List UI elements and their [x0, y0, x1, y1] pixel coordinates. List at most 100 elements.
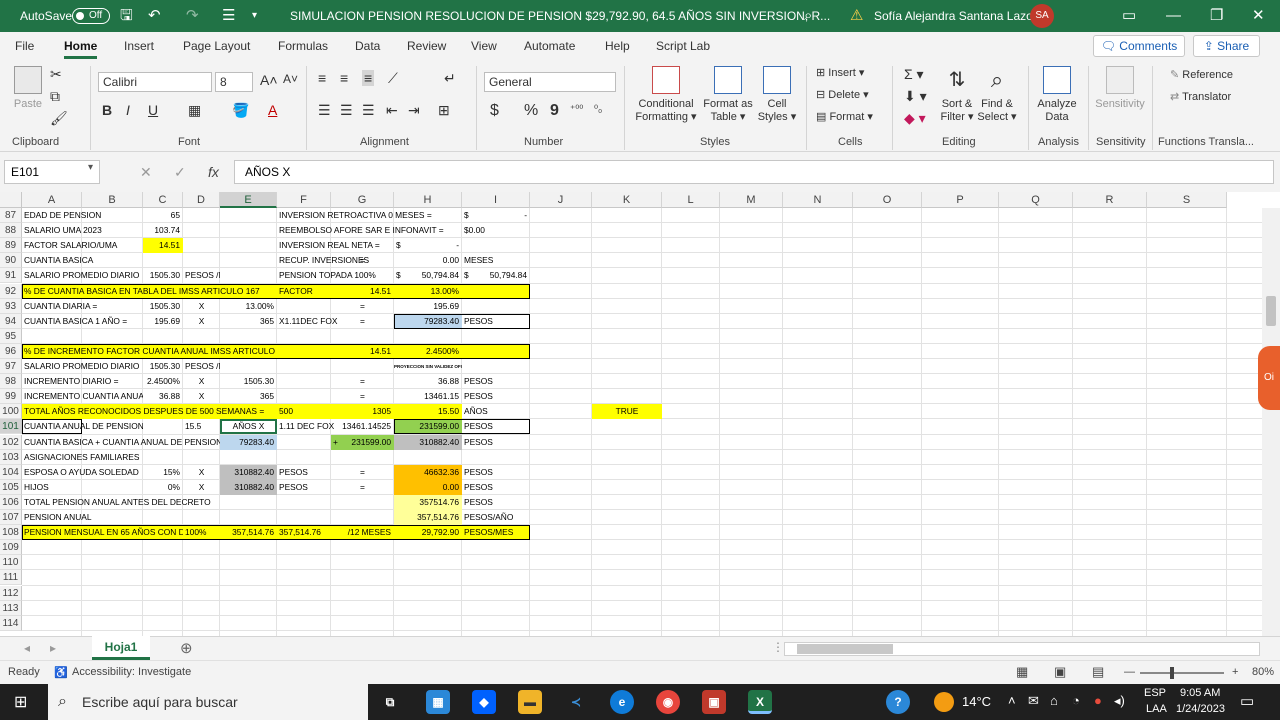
store-icon[interactable]: ▦: [426, 690, 450, 714]
app-icon[interactable]: ▣: [702, 690, 726, 714]
clear-icon[interactable]: ◆ ▾: [904, 110, 926, 127]
cell-styles-button[interactable]: Cell Styles ▾: [756, 66, 798, 124]
cell-g104[interactable]: =: [331, 465, 394, 480]
cell-c89[interactable]: 14.51: [143, 238, 183, 253]
orientation-icon[interactable]: ⟋: [388, 70, 398, 87]
column-header-e[interactable]: E: [220, 192, 277, 208]
cell-h91[interactable]: 50,794.84: [406, 268, 462, 283]
row-header-91[interactable]: 91: [0, 268, 22, 284]
cell-e98[interactable]: 1505.30: [220, 374, 277, 389]
page-break-icon[interactable]: ▤: [1092, 664, 1104, 680]
cell-i108[interactable]: PESOS/MES: [462, 525, 530, 540]
cell-a105[interactable]: HIJOS: [22, 480, 143, 495]
cell-g92[interactable]: 14.51: [331, 284, 394, 299]
align-middle-icon[interactable]: ≡: [340, 70, 348, 86]
row-header-88[interactable]: 88: [0, 223, 22, 239]
cell-c94[interactable]: 195.69: [143, 314, 183, 329]
align-top-icon[interactable]: ≡: [318, 70, 326, 86]
cell-a90[interactable]: CUANTIA BASICA: [22, 253, 143, 268]
minimize-icon[interactable]: —: [1166, 0, 1181, 32]
row-header-98[interactable]: 98: [0, 374, 22, 390]
align-center-icon[interactable]: ☰: [340, 102, 353, 119]
cell-i94[interactable]: PESOS: [462, 314, 530, 329]
fill-color-icon[interactable]: 🪣: [232, 102, 249, 119]
autosum-icon[interactable]: Σ ▾: [904, 66, 924, 83]
cell-i90[interactable]: MESES: [462, 253, 530, 268]
number-format-select[interactable]: General: [484, 72, 616, 92]
column-header-q[interactable]: Q: [999, 192, 1073, 208]
cell-g101[interactable]: 13461.14525: [331, 419, 394, 434]
fill-icon[interactable]: ⬇ ▾: [904, 88, 927, 105]
row-header-113[interactable]: 113: [0, 600, 22, 616]
row-header-114[interactable]: 114: [0, 615, 22, 631]
tab-insert[interactable]: Insert: [124, 39, 154, 53]
row-header-89[interactable]: 89: [0, 238, 22, 254]
cell-d101[interactable]: 15.5: [183, 419, 220, 434]
vertical-scroll-thumb[interactable]: [1266, 296, 1276, 326]
tab-file[interactable]: File: [15, 39, 34, 53]
chrome-icon[interactable]: ◉: [656, 690, 680, 714]
cell-c93[interactable]: 1505.30: [143, 299, 183, 314]
cell-h93[interactable]: 195.69: [394, 299, 462, 314]
tab-help[interactable]: Help: [605, 39, 630, 53]
cell-a94[interactable]: CUANTIA BASICA 1 AÑO =: [22, 314, 143, 329]
cell-i87[interactable]: $: [462, 208, 476, 223]
cell-i104[interactable]: PESOS: [462, 465, 530, 480]
cell-e99[interactable]: 365: [220, 389, 277, 404]
zoom-slider-handle[interactable]: [1170, 667, 1174, 679]
volume-icon[interactable]: ◂): [1114, 693, 1125, 709]
cell-f88[interactable]: REEMBOLSO AFORE SAR E INFONAVIT =: [277, 223, 462, 238]
column-header-c[interactable]: C: [143, 192, 183, 208]
analyze-data-button[interactable]: Analyze Data: [1034, 66, 1080, 124]
row-header-103[interactable]: 103: [0, 449, 22, 465]
row-header-100[interactable]: 100: [0, 404, 22, 420]
cell-g96[interactable]: 14.51: [331, 344, 394, 359]
increase-font-icon[interactable]: A˄: [260, 72, 278, 88]
security-icon[interactable]: ●: [1094, 693, 1102, 708]
bold-button[interactable]: B: [102, 102, 112, 118]
format-painter-icon[interactable]: 🖌: [50, 110, 68, 127]
cell-d98[interactable]: X: [183, 374, 220, 389]
cell-h108[interactable]: 29,792.90: [394, 525, 462, 540]
customize-icon[interactable]: ▾: [252, 0, 257, 32]
column-header-l[interactable]: L: [662, 192, 720, 208]
comments-button[interactable]: 🗨 Comments: [1093, 35, 1185, 57]
next-sheet-icon[interactable]: ▸: [50, 641, 56, 655]
wrap-text-icon[interactable]: ↵: [444, 70, 456, 87]
paste-button[interactable]: Paste: [10, 66, 46, 111]
row-header-107[interactable]: 107: [0, 510, 22, 525]
save-icon[interactable]: 🖫: [120, 0, 133, 32]
cell-g93[interactable]: =: [331, 299, 394, 314]
enter-icon[interactable]: ✓: [174, 164, 186, 181]
conditional-formatting-button[interactable]: Conditional Formatting ▾: [632, 66, 700, 124]
cell-e93[interactable]: 13.00%: [220, 299, 277, 314]
find-select-button[interactable]: ⌕ Find & Select ▾: [976, 66, 1018, 124]
cell-i88[interactable]: $0.00: [462, 223, 530, 238]
row-header-97[interactable]: 97: [0, 359, 22, 374]
translator-button[interactable]: ⇄ Translator: [1170, 90, 1231, 103]
row-header-112[interactable]: 112: [0, 585, 22, 601]
format-as-table-button[interactable]: Format as Table ▾: [700, 66, 756, 124]
cell-e94[interactable]: 365: [220, 314, 277, 329]
network-icon[interactable]: ⌂: [1050, 693, 1058, 708]
cell-a89[interactable]: FACTOR SALARIO/UMA: [22, 238, 143, 253]
row-header-109[interactable]: 109: [0, 540, 22, 556]
cell-c99[interactable]: 36.88: [143, 389, 183, 404]
cell-a99[interactable]: INCREMENTO CUANTIA ANUAL: [22, 389, 143, 404]
cell-e104[interactable]: 310882.40: [220, 465, 277, 480]
add-sheet-icon[interactable]: ⊕: [180, 639, 193, 657]
copy-icon[interactable]: ⧉: [50, 88, 60, 105]
row-header-104[interactable]: 104: [0, 464, 22, 480]
cell-d104[interactable]: X: [183, 465, 220, 480]
insert-cells-button[interactable]: ⊞ Insert ▾: [816, 66, 864, 79]
cell-h102[interactable]: 310882.40: [394, 435, 462, 450]
comma-style-button[interactable]: 9: [550, 102, 559, 120]
cell-h99[interactable]: 13461.15: [394, 389, 462, 404]
horizontal-scroll-thumb[interactable]: [797, 644, 893, 654]
cell-g105[interactable]: =: [331, 480, 394, 495]
font-name-select[interactable]: Calibri: [98, 72, 212, 92]
cell-k100[interactable]: TRUE: [592, 404, 662, 419]
clock-time[interactable]: 9:05 AM: [1180, 687, 1220, 699]
cell-c88[interactable]: 103.74: [143, 223, 183, 238]
reference-button[interactable]: ✎ Reference: [1170, 68, 1233, 81]
